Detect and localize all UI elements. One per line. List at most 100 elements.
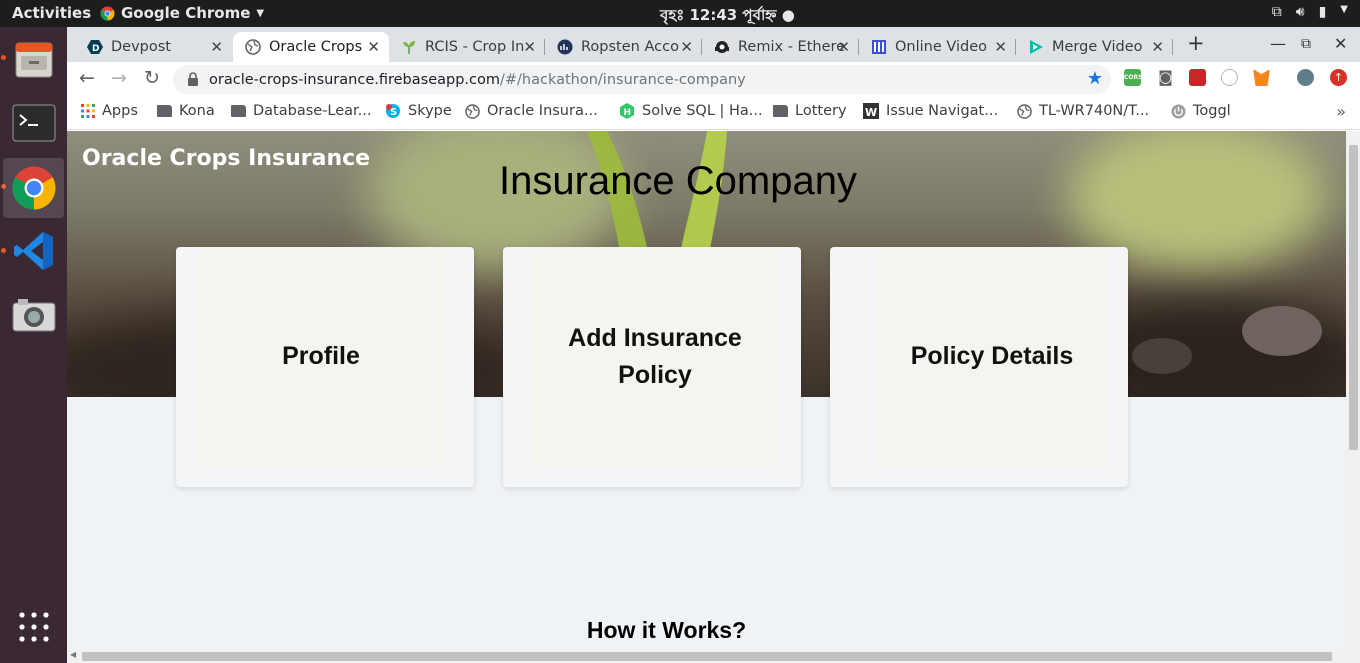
chrome-launcher[interactable] [3,158,64,218]
new-tab-button[interactable]: + [1187,31,1205,55]
tab-rcis[interactable]: RCIS - Crop In ✕ [389,32,545,62]
tab-title: Merge Video [1052,39,1143,55]
lock-icon [188,72,198,86]
bookmark-tl-wr740n[interactable]: TL-WR740N/T... [1017,103,1149,119]
bookmark-oracle-insurance[interactable]: Oracle Insura... [465,103,598,119]
terminal-launcher[interactable] [3,93,64,153]
card-label: Policy Details [910,342,1074,370]
bookmark-label: Oracle Insura... [487,103,598,119]
tab-title: Ropsten Acco [581,39,679,55]
vscode-launcher[interactable] [3,221,64,281]
close-window-button[interactable]: ✕ [1334,34,1347,53]
forward-arrow-icon[interactable]: → [111,67,127,89]
minimize-button[interactable]: — [1270,34,1286,53]
address-bar[interactable]: oracle-crops-insurance.firebaseapp.com/#… [173,65,1111,94]
bookmark-database-learning[interactable]: Database-Lear... [231,103,372,119]
bookmark-star-icon[interactable]: ★ [1087,68,1103,89]
system-tray[interactable]: ⧉ 🔊︎ ▮ ▼ [1272,4,1348,20]
bookmark-label: Skype [408,103,452,119]
camera-extension-icon[interactable]: ◙ [1157,69,1174,86]
scroll-left-arrow-icon[interactable]: ◀ [70,650,76,659]
scrollbar-thumb[interactable] [1349,145,1358,450]
more-bookmarks-chevron-icon[interactable]: » [1336,102,1346,121]
activities-button[interactable]: Activities [12,4,91,22]
globe-icon [245,39,261,55]
svg-text:W: W [865,106,877,119]
metamask-fox-icon[interactable] [1253,69,1270,86]
horizontal-scrollbar[interactable]: ◀ [67,650,1346,663]
volume-icon: 🔊︎ [1295,4,1305,20]
sprout-icon [403,41,415,54]
bookmark-skype[interactable]: S Skype [385,103,452,119]
close-icon[interactable]: ✕ [523,38,536,56]
close-icon[interactable]: ✕ [994,38,1007,56]
back-arrow-icon[interactable]: ← [79,67,95,89]
folder-icon [157,105,172,117]
bookmark-label: Kona [179,103,215,119]
bookmark-toggl[interactable]: Toggl [1171,103,1231,119]
vertical-scrollbar[interactable] [1346,131,1360,663]
update-arrow-icon[interactable]: ↑ [1330,69,1347,86]
globe-icon [465,103,480,119]
how-it-works-heading: How it Works? [586,617,747,643]
bookmark-kona[interactable]: Kona [157,103,215,119]
scrollbar-thumb[interactable] [82,652,1332,661]
folder-icon [773,105,788,117]
tab-oracle-crops[interactable]: Oracle Crops ✕ [233,32,389,62]
tab-merge-video[interactable]: Merge Video ✕ [1016,32,1173,62]
folder-icon [231,105,246,117]
bookmark-issue-navigator[interactable]: W Issue Navigat... [863,103,998,119]
svg-text:H: H [624,108,632,118]
close-icon[interactable]: ✕ [1151,38,1164,56]
hackerrank-icon: H [620,103,634,119]
tab-title: RCIS - Crop In [425,39,525,55]
restore-button[interactable]: ⧉ [1301,36,1311,52]
tab-title: Remix - Ethere [738,39,846,55]
svg-text:S: S [390,107,397,118]
tab-online-video[interactable]: Online Video ✕ [859,32,1016,62]
bookmark-label: TL-WR740N/T... [1039,103,1150,119]
app-grid-icon [18,612,49,642]
url-path: /#/hackathon/insurance-company [499,71,746,88]
card-label: Profile [282,342,360,370]
url-host: oracle-crops-insurance.firebaseapp.com [209,71,500,88]
timer-extension-icon[interactable] [1221,69,1238,86]
avatar[interactable] [1297,69,1314,86]
battery-icon: ▮ [1318,4,1327,20]
bookmark-label: Issue Navigat... [886,103,999,119]
tab-ropsten[interactable]: Ropsten Acco ✕ [545,32,702,62]
reload-icon[interactable]: ↻ [144,67,160,89]
close-icon[interactable]: ✕ [680,38,693,56]
tab-strip: D Devpost ✕ Oracle Crops ✕ RCIS - Crop I… [67,27,1360,62]
show-applications-button[interactable] [3,597,64,657]
remix-icon [715,41,729,53]
close-icon[interactable]: ✕ [367,38,380,56]
network-icon: ⧉ [1271,4,1282,20]
chrome-icon [11,166,56,210]
profile-card[interactable]: Profile [196,247,446,466]
chevron-down-icon: ▼ [256,7,265,19]
tab-devpost[interactable]: D Devpost ✕ [75,32,232,62]
bookmark-lottery[interactable]: Lottery [773,103,847,119]
play-icon [1030,40,1043,54]
policy-details-card[interactable]: Policy Details [877,247,1107,466]
tab-title: Devpost [111,39,171,55]
cors-extension-icon[interactable]: CORS [1124,69,1142,86]
page-title: Insurance Company [499,159,857,203]
bookmark-solve-sql[interactable]: H Solve SQL | Ha... [619,103,763,119]
clock[interactable]: বৃহঃ 12:43 পূর্বাহ্ন ● [660,4,795,29]
close-icon[interactable]: ✕ [210,38,223,56]
close-icon[interactable]: ✕ [837,38,850,56]
puzzle-extension-icon[interactable] [1189,69,1206,86]
files-launcher[interactable] [3,29,64,89]
camera-launcher[interactable] [3,285,64,345]
add-insurance-policy-card[interactable]: Add Insurance Policy [530,247,780,466]
app-menu[interactable]: Google Chrome ▼ [100,4,264,22]
tab-remix[interactable]: Remix - Ethere ✕ [702,32,859,62]
card-label: Add Insurance Policy [568,323,742,389]
devpost-icon: D [87,40,103,54]
terminal-icon [12,104,55,142]
bookmark-apps[interactable]: Apps [81,103,138,119]
dot-icon: ● [781,6,795,24]
page-viewport: Oracle Crops Insurance Insurance Company… [67,131,1346,650]
